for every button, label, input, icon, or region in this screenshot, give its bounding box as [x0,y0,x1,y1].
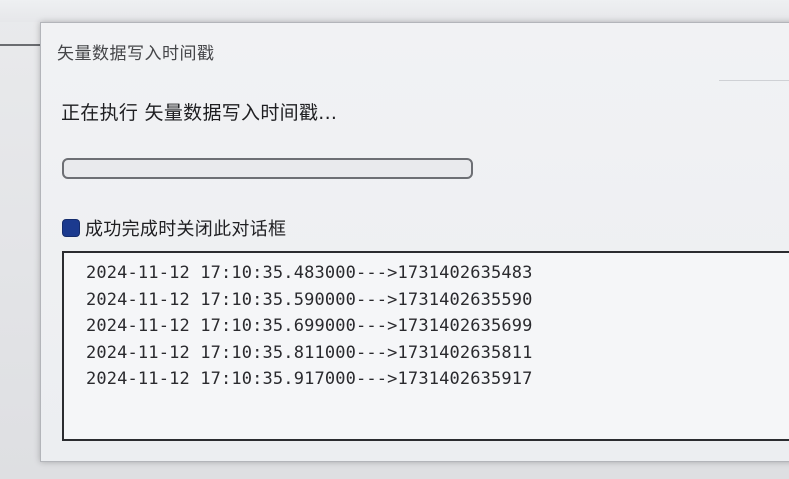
background-window-edge [0,44,40,46]
close-on-success-checkbox[interactable] [62,219,80,237]
title-divider [719,80,789,81]
dialog-titlebar[interactable]: 矢量数据写入时间戳 [41,23,789,78]
progress-bar [62,158,473,179]
dialog-title: 矢量数据写入时间戳 [57,44,215,64]
log-line: 2024-11-12 17:10:35.483000--->1731402635… [86,263,533,283]
desktop-background [0,0,789,22]
log-line: 2024-11-12 17:10:35.811000--->1731402635… [86,342,533,363]
log-line: 2024-11-12 17:10:35.917000--->1731402635… [86,369,533,389]
progress-dialog: 矢量数据写入时间戳 正在执行 矢量数据写入时间戳... 成功完成时关闭此对话框 … [40,22,789,462]
close-on-success-option[interactable]: 成功完成时关闭此对话框 [62,217,287,240]
log-line: 2024-11-12 17:10:35.590000--->1731402635… [86,289,533,310]
log-output[interactable]: 2024-11-12 17:10:35.483000--->1731402635… [62,251,789,441]
close-on-success-label: 成功完成时关闭此对话框 [85,219,287,240]
status-message: 正在执行 矢量数据写入时间戳... [61,102,338,124]
log-line: 2024-11-12 17:10:35.699000--->1731402635… [86,316,533,336]
